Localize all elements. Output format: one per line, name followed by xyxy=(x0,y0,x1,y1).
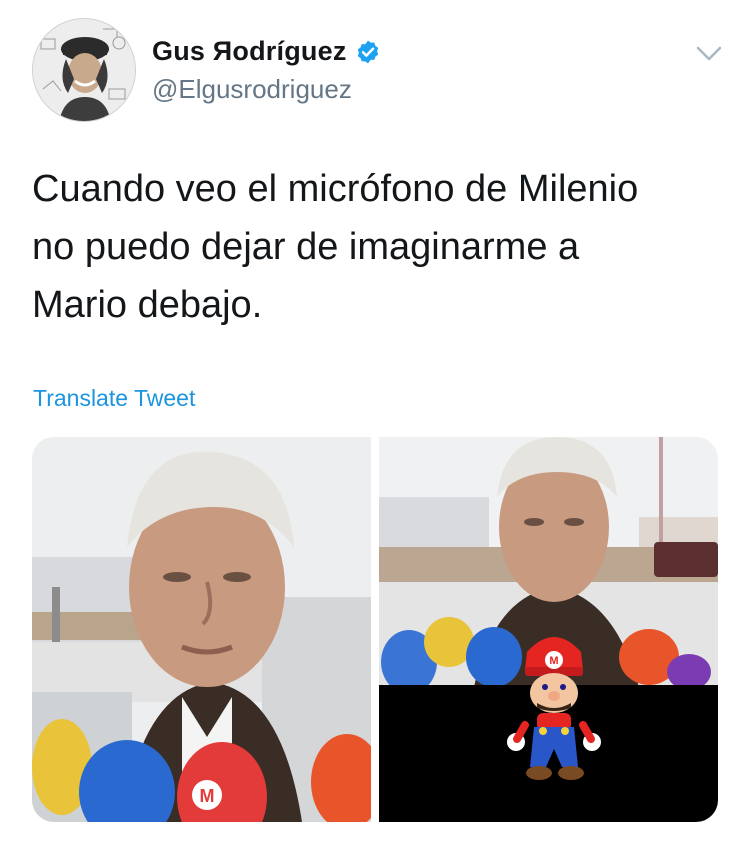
translate-tweet-link[interactable]: Translate Tweet xyxy=(33,385,195,412)
press-photo: M xyxy=(32,437,371,822)
tweet-media[interactable]: M M xyxy=(32,437,718,822)
author-display-name[interactable]: Gus Яodríguez xyxy=(152,36,347,67)
chevron-down-icon[interactable] xyxy=(694,38,724,68)
media-photo-left[interactable]: M xyxy=(32,437,371,822)
verified-badge-icon xyxy=(357,40,378,63)
avatar-illustration xyxy=(33,19,135,121)
user-avatar[interactable] xyxy=(32,18,136,122)
press-photo-with-mario: M xyxy=(379,437,718,822)
mic-logo-left: M xyxy=(200,786,215,806)
media-photo-right[interactable]: M xyxy=(379,437,718,822)
tweet-text: Cuando veo el micrófono de Milenio no pu… xyxy=(32,168,639,326)
author-name-row: Gus Яodríguez xyxy=(152,36,381,67)
author-handle[interactable]: @Elgusrodriguez xyxy=(152,74,352,105)
mario-cap-logo: M xyxy=(549,655,558,667)
